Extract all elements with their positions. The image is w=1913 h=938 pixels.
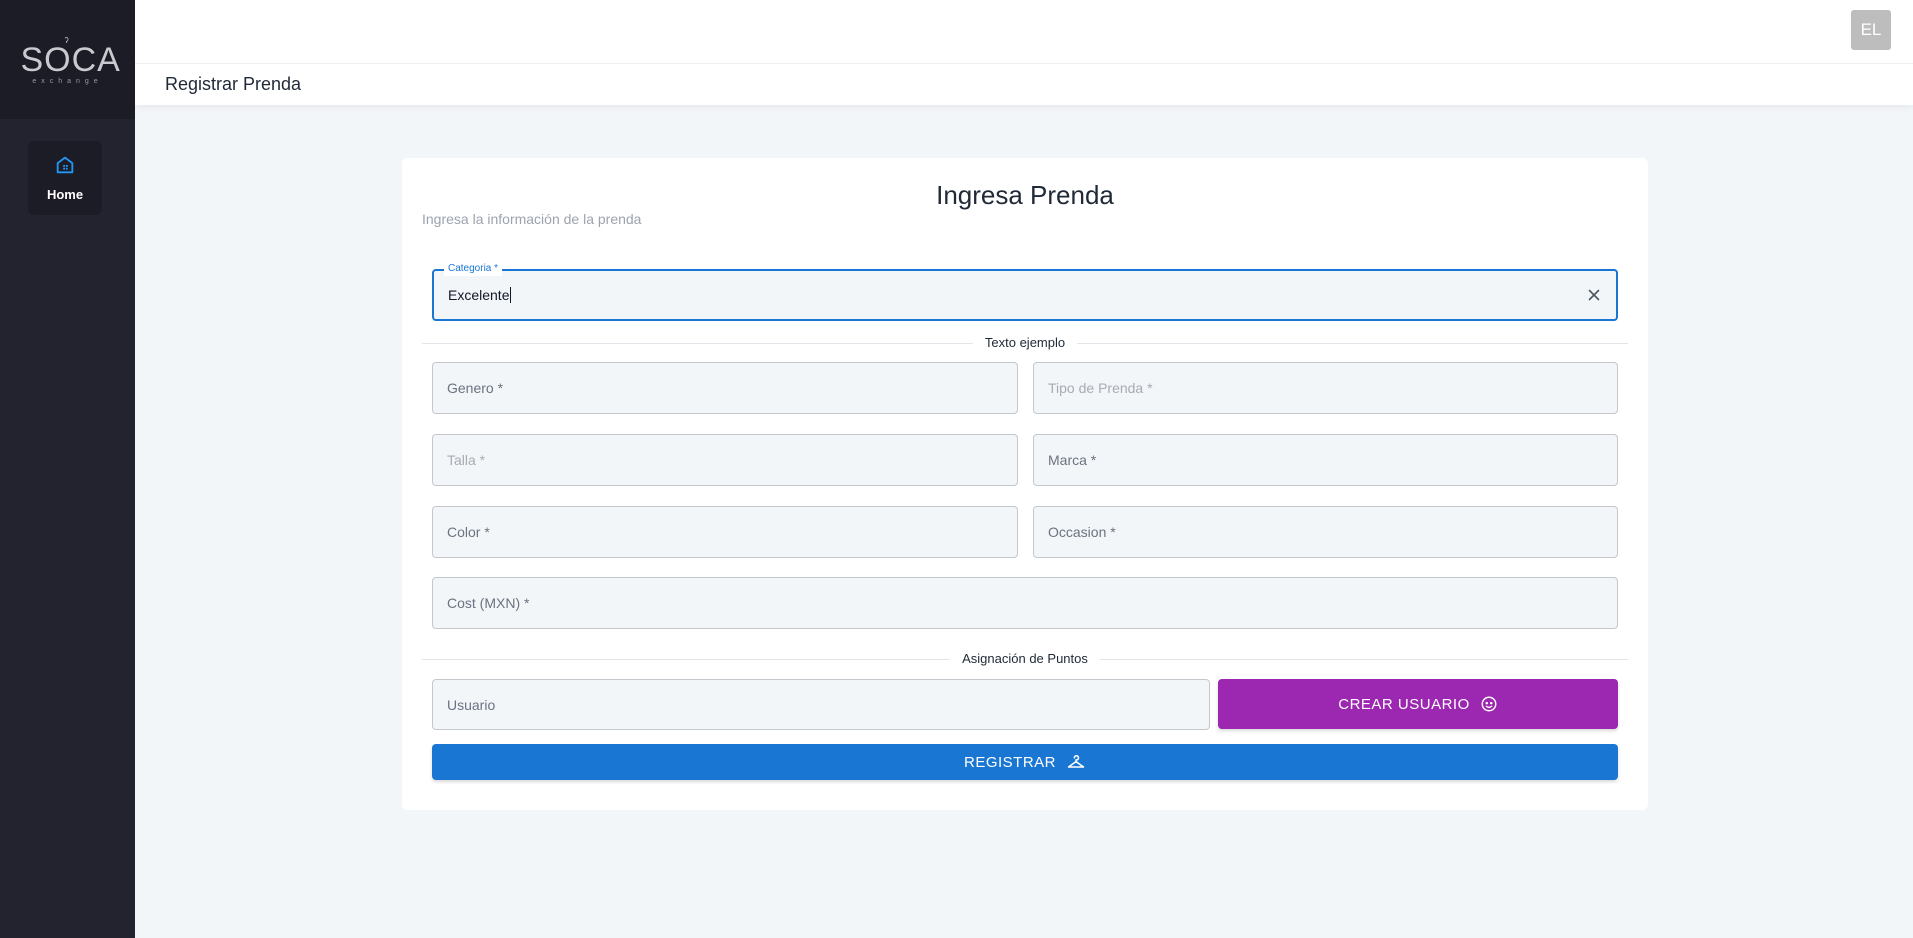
- section-label: Asignación de Puntos: [950, 651, 1100, 666]
- occasion-placeholder: Occasion *: [1048, 524, 1116, 540]
- home-icon: [54, 154, 76, 181]
- sidebar-item-label: Home: [46, 187, 84, 202]
- talla-field[interactable]: Talla *: [432, 434, 1018, 486]
- avatar[interactable]: EL: [1851, 10, 1891, 50]
- sidebar-item-home[interactable]: Home: [28, 141, 102, 215]
- categoria-label: Categoria *: [444, 262, 503, 276]
- section-label: Texto ejemplo: [972, 335, 1078, 350]
- face-icon: [1480, 695, 1498, 713]
- color-field[interactable]: Color *: [432, 506, 1018, 558]
- genero-placeholder: Genero *: [447, 380, 504, 396]
- logo-subtext: exchange: [32, 77, 103, 85]
- registrar-label: REGISTRAR: [963, 753, 1056, 771]
- section-divider-texto: Texto ejemplo: [422, 335, 1628, 351]
- sidebar-logo-area: ˀ SOCA exchange: [0, 0, 135, 119]
- brand-logo[interactable]: ˀ SOCA exchange: [20, 35, 121, 85]
- talla-placeholder: Talla *: [447, 452, 486, 468]
- genero-field[interactable]: Genero *: [432, 362, 1018, 414]
- occasion-field[interactable]: Occasion *: [1033, 506, 1618, 558]
- clear-icon[interactable]: [1584, 285, 1604, 305]
- sidebar: ˀ SOCA exchange Home: [0, 0, 135, 938]
- color-placeholder: Color *: [447, 524, 490, 540]
- tipo-prenda-field[interactable]: Tipo de Prenda *: [1033, 362, 1618, 414]
- crear-usuario-label: CREAR USUARIO: [1338, 695, 1470, 713]
- top-bar: EL: [135, 0, 1913, 63]
- categoria-field[interactable]: Categoria * Excelente: [432, 262, 1618, 321]
- usuario-field[interactable]: Usuario: [432, 679, 1210, 730]
- form-title: Ingresa Prenda: [936, 180, 1114, 210]
- page-title: Registrar Prenda: [165, 74, 302, 94]
- section-divider-puntos: Asignación de Puntos: [422, 651, 1628, 667]
- hanger-icon: [1066, 754, 1086, 770]
- marca-field[interactable]: Marca *: [1033, 434, 1618, 486]
- crear-usuario-button[interactable]: CREAR USUARIO: [1218, 679, 1618, 729]
- form-card: Ingresa Prenda Ingresa la información de…: [402, 158, 1648, 810]
- categoria-value: Excelente: [448, 287, 510, 303]
- registrar-button[interactable]: REGISTRAR: [432, 744, 1618, 780]
- cost-field[interactable]: Cost (MXN) *: [432, 577, 1618, 629]
- breadcrumb: Registrar Prenda: [135, 63, 1913, 105]
- text-caret: [510, 287, 512, 303]
- marca-placeholder: Marca *: [1048, 452, 1097, 468]
- tipo-prenda-placeholder: Tipo de Prenda *: [1048, 380, 1153, 396]
- cost-placeholder: Cost (MXN) *: [447, 595, 530, 611]
- logo-text: SOCA: [20, 40, 121, 79]
- usuario-placeholder: Usuario: [447, 696, 496, 713]
- form-subtitle: Ingresa la información de la prenda: [422, 211, 642, 227]
